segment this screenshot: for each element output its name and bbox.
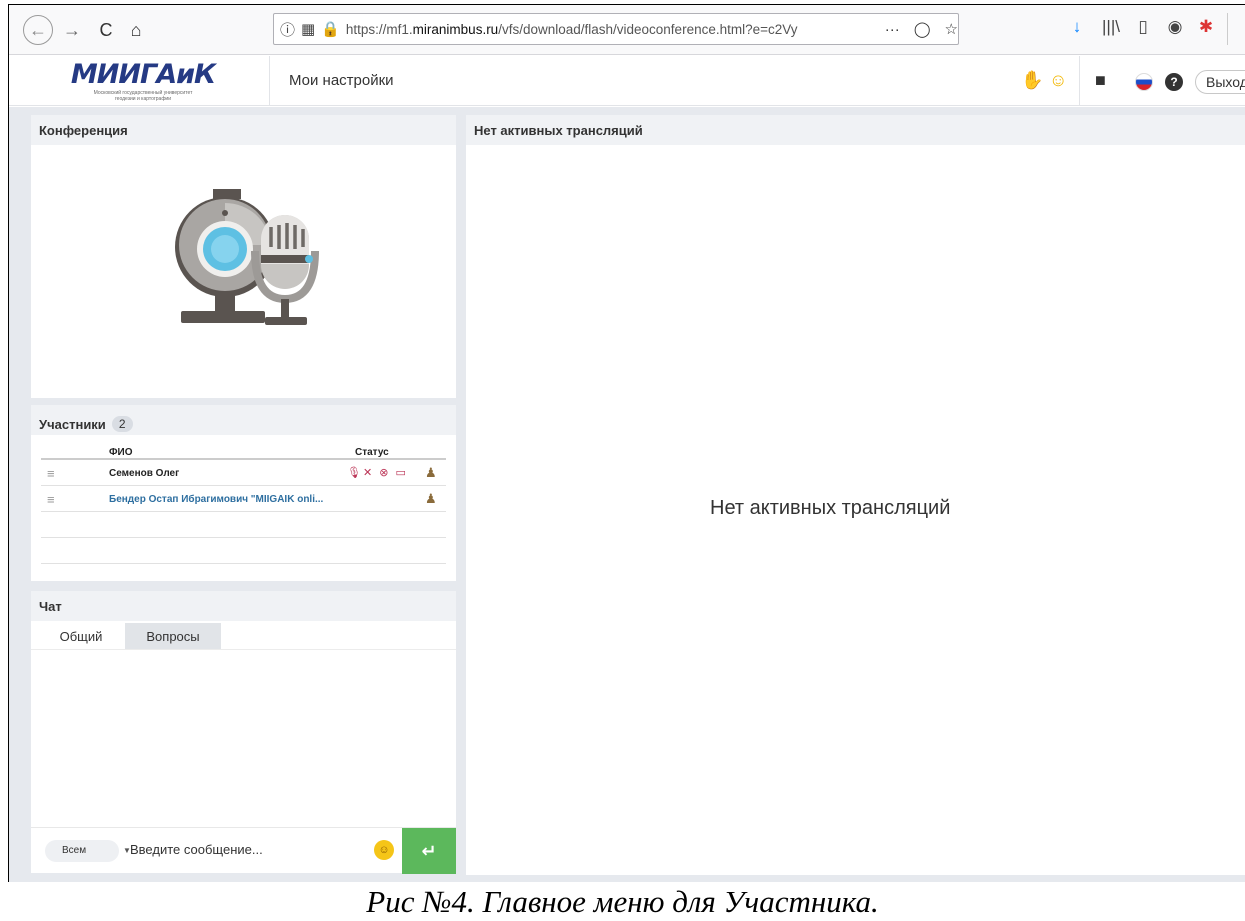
send-button[interactable]: ↵	[402, 828, 456, 874]
participant-role-icon: ♟	[425, 465, 437, 480]
pocket-icon[interactable]: ◯	[914, 20, 931, 38]
tab-general[interactable]: Общий	[41, 623, 121, 649]
recipient-select[interactable]: Всем ▼	[45, 840, 131, 862]
table-row[interactable]: ≡ Бендер Остап Ибрагимович "MIIGAIK onli…	[41, 486, 446, 512]
toolbar-divider	[1227, 13, 1228, 45]
participants-panel-title: Участники 2	[31, 405, 456, 435]
url-domain: miranimbus.ru	[412, 21, 499, 37]
participants-title: Участники	[39, 416, 106, 432]
my-settings-link[interactable]: Мои настройки	[289, 72, 394, 89]
participant-name[interactable]: Бендер Остап Ибрагимович "MIIGAIK onli..…	[109, 494, 323, 505]
lock-icon[interactable]: 🔒	[321, 20, 340, 38]
webcam-microphone-illustration	[175, 189, 319, 325]
account-icon[interactable]: ◉	[1163, 17, 1187, 37]
url-prefix: https://mf1.	[345, 21, 413, 37]
table-row-empty	[41, 538, 446, 564]
browser-toolbar: ← → C ⌂ ⓘ ▦ 🔒 https://mf1.miranimbus.ru/…	[9, 5, 1245, 55]
header-divider	[269, 56, 270, 106]
participants-table: ФИО Статус ≡ Семенов Олег 🎙✕ ⊗ ▭ ♟ ≡ Бен…	[41, 439, 446, 564]
raise-hand-icon[interactable]: ✋	[1021, 70, 1043, 91]
extension-icon[interactable]: ✱	[1194, 17, 1218, 37]
stream-panel: Нет активных трансляций Нет активных тра…	[466, 115, 1245, 875]
main-area: Конференция Участники 2 ФИО Статус ≡ Сем…	[9, 107, 1245, 882]
exit-button[interactable]: Выход	[1195, 70, 1245, 94]
conference-panel: Конференция	[31, 115, 456, 398]
download-icon[interactable]: ↓	[1065, 17, 1089, 37]
stream-panel-title: Нет активных трансляций	[466, 115, 1245, 145]
url-text[interactable]: https://mf1.miranimbus.ru/vfs/download/f…	[346, 22, 871, 37]
conference-panel-title: Конференция	[31, 115, 456, 145]
emoji-icon[interactable]: ☺	[1049, 70, 1067, 91]
column-header-status[interactable]: Статус	[355, 447, 389, 458]
participant-count-badge: 2	[111, 416, 133, 432]
table-row[interactable]: ≡ Семенов Олег 🎙✕ ⊗ ▭ ♟	[41, 460, 446, 486]
bookmark-star-icon[interactable]: ☆	[945, 20, 958, 38]
message-input[interactable]	[130, 842, 360, 857]
participants-panel: Участники 2 ФИО Статус ≡ Семенов Олег 🎙✕…	[31, 405, 456, 581]
logo[interactable]: МИИГАиК Московский государственный униве…	[63, 59, 223, 103]
chat-input-row: Всем ▼ ☺ ↵	[31, 827, 456, 874]
logo-subtitle: Московский государственный университет г…	[63, 90, 223, 102]
media-permission-icon[interactable]: ▦	[301, 20, 315, 38]
app-header: МИИГАиК Московский государственный униве…	[9, 56, 1245, 106]
header-divider	[1079, 56, 1080, 106]
participant-name[interactable]: Семенов Олег	[109, 468, 179, 479]
chat-panel: Чат Общий Вопросы Всем ▼ ☺ ↵	[31, 591, 456, 874]
back-button[interactable]: ←	[23, 15, 53, 45]
table-header: ФИО Статус	[41, 439, 446, 460]
column-header-name[interactable]: ФИО	[109, 447, 133, 458]
logo-subtitle-line: геодезии и картографии	[114, 96, 172, 102]
reload-button[interactable]: C	[93, 17, 119, 43]
row-menu-icon[interactable]: ≡	[47, 466, 55, 481]
figure-caption: Рис №4. Главное меню для Участника.	[366, 884, 879, 919]
emoji-icon[interactable]: ☺	[374, 840, 394, 860]
url-path: /vfs/download/flash/videoconference.html…	[498, 21, 798, 37]
participant-status-icons[interactable]: 🎙✕ ⊗ ▭	[347, 466, 408, 479]
url-bar[interactable]: ⓘ ▦ 🔒 https://mf1.miranimbus.ru/vfs/down…	[273, 13, 959, 45]
sidebar-icon[interactable]: ▯	[1131, 17, 1155, 37]
home-button[interactable]: ⌂	[123, 17, 149, 43]
more-actions-icon[interactable]: ···	[885, 21, 900, 38]
conference-body	[31, 145, 456, 388]
chat-message-list[interactable]	[31, 649, 456, 833]
language-flag-icon[interactable]	[1135, 73, 1153, 91]
logo-title: МИИГАиК	[70, 59, 216, 90]
participant-role-icon: ♟	[425, 491, 437, 506]
info-icon[interactable]: ⓘ	[280, 19, 295, 40]
help-icon[interactable]: ?	[1165, 73, 1183, 91]
row-menu-icon[interactable]: ≡	[47, 492, 55, 507]
library-icon[interactable]: |||\	[1099, 17, 1123, 37]
table-row-empty	[41, 512, 446, 538]
folder-icon[interactable]: ■	[1095, 70, 1106, 91]
recipient-value: Всем	[62, 845, 87, 856]
browser-window: ← → C ⌂ ⓘ ▦ 🔒 https://mf1.miranimbus.ru/…	[8, 4, 1245, 882]
chat-panel-title: Чат	[31, 591, 456, 621]
forward-button[interactable]: →	[59, 17, 85, 43]
chat-tabs: Общий Вопросы	[41, 623, 221, 649]
tab-questions[interactable]: Вопросы	[125, 623, 221, 649]
empty-state-message: Нет активных трансляций	[710, 497, 951, 519]
